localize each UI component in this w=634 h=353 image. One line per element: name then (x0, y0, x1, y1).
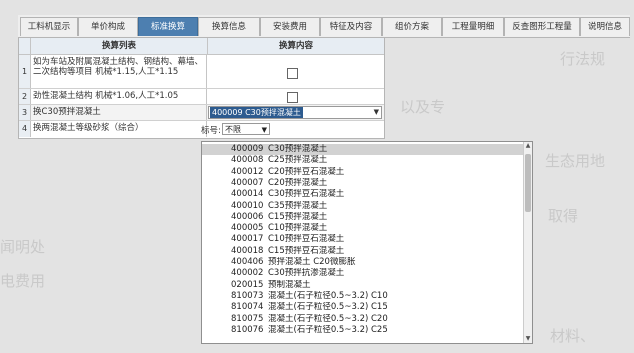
item-name: C20预拌混凝土 (268, 177, 328, 188)
item-name: C15预拌混凝土 (268, 211, 328, 222)
item-name: 预拌混凝土 C20微膨胀 (268, 257, 356, 267)
item-code: 810076 (231, 324, 264, 335)
dropdown-item[interactable]: 810073 混凝土(石子粒径0.5~3.2) C10 (202, 291, 524, 302)
item-code: 400007 (231, 177, 264, 188)
item-code: 020015 (231, 279, 264, 290)
dropdown-item[interactable]: 400007 C20预拌混凝土 (202, 178, 524, 189)
item-name: C15预拌豆石混凝土 (268, 245, 345, 256)
conversion-list-header: 换算列表 (31, 38, 208, 55)
row-checkbox[interactable] (287, 92, 298, 103)
table-row[interactable]: 3 换C30预拌混凝土 400009 C30预拌混凝土 ▼ (19, 105, 384, 121)
conversion-content-header: 换算内容 (208, 38, 384, 55)
item-code: 810074 (231, 302, 264, 313)
item-name: 预制混凝土 (268, 279, 311, 290)
index-header (19, 38, 31, 55)
grade-filter-select[interactable]: 不限 ▼ (222, 123, 270, 135)
dropdown-item[interactable]: 400008 C25预拌混凝土 (202, 155, 524, 166)
tab-pricing-plan[interactable]: 组价方案 (382, 17, 442, 36)
dropdown-item[interactable]: 400017 C10预拌豆石混凝土 (202, 234, 524, 245)
item-code: 400002 (231, 268, 264, 279)
dropdown-item[interactable]: 400018 C15预拌豆石混凝土 (202, 246, 524, 257)
item-name: C30预拌抗渗混凝土 (268, 268, 345, 279)
item-name: C20预拌豆石混凝土 (268, 166, 345, 177)
row-index: 2 (19, 89, 31, 104)
item-name: C30预拌豆石混凝土 (268, 189, 345, 200)
combo-value: 400009 C30预拌混凝土 (210, 107, 303, 118)
item-code: 400009 (231, 144, 264, 154)
background-text: 闻明处 (0, 238, 46, 256)
item-code: 400017 (231, 234, 264, 245)
background-text: 电费用 (0, 272, 46, 290)
item-code: 810075 (231, 313, 264, 324)
dropdown-item[interactable]: 810074 混凝土(石子粒径0.5~3.2) C15 (202, 302, 524, 313)
item-code: 400012 (231, 166, 264, 177)
item-code: 400010 (231, 200, 264, 211)
row-name: 换C30预拌混凝土 (31, 105, 207, 120)
background-text: 以及专 (400, 98, 446, 116)
table-row[interactable]: 2 劲性混凝土结构 机械*1.06,人工*1.05 (19, 89, 384, 105)
row-index: 3 (19, 105, 31, 120)
item-code: 400014 (231, 189, 264, 200)
tab-labor-material-machine[interactable]: 工料机显示 (20, 17, 78, 36)
dropdown-item[interactable]: 400009 C30预拌混凝土 (202, 144, 524, 156)
item-name: C25预拌混凝土 (268, 155, 328, 166)
chevron-down-icon[interactable]: ▼ (374, 107, 379, 118)
dropdown-item[interactable]: 400406 预拌混凝土 C20微膨胀 (202, 257, 524, 268)
item-name: C35预拌混凝土 (268, 200, 328, 211)
dropdown-item[interactable]: 400014 C30预拌豆石混凝土 (202, 189, 524, 200)
table-row[interactable]: 1 如为车站及附属混凝土结构、钢结构、幕墙、二次结构等项目 机械*1.15,人工… (19, 55, 384, 89)
concrete-combo[interactable]: 400009 C30预拌混凝土 ▼ (208, 106, 382, 119)
tab-reverse-lookup[interactable]: 反查图形工程量 (504, 17, 580, 36)
item-code: 400406 (231, 257, 264, 267)
dropdown-item[interactable]: 400010 C35预拌混凝土 (202, 201, 524, 212)
background-text: 材料、 (550, 327, 596, 345)
dropdown-item[interactable]: 400012 C20预拌豆石混凝土 (202, 167, 524, 178)
item-name: C10预拌豆石混凝土 (268, 234, 345, 245)
background-text: 取得 (548, 207, 579, 225)
chevron-down-icon[interactable]: ▼ (262, 124, 267, 136)
dropdown-item[interactable]: 400005 C10预拌混凝土 (202, 223, 524, 234)
tab-description[interactable]: 说明信息 (580, 17, 630, 36)
grade-filter-value: 不限 (225, 125, 241, 134)
item-name: 混凝土(石子粒径0.5~3.2) C15 (268, 302, 388, 313)
item-code: 400005 (231, 223, 264, 234)
row-index: 4 (19, 121, 31, 137)
background-text: 生态用地 (545, 152, 606, 170)
item-name: 混凝土(石子粒径0.5~3.2) C25 (268, 324, 388, 335)
material-dropdown-list[interactable]: 400009 C30预拌混凝土 400008 C25预拌混凝土 400012 C20预拌豆… (201, 141, 533, 344)
dropdown-item[interactable]: 020015 预制混凝土 (202, 280, 524, 291)
item-code: 400008 (231, 155, 264, 166)
background-text: 行法规 (560, 50, 606, 68)
row-index: 1 (19, 55, 31, 88)
row-name: 换两混凝土等级砂浆（综合） (31, 121, 207, 137)
scroll-down-icon[interactable]: ▼ (524, 335, 532, 343)
item-name: 混凝土(石子粒径0.5~3.2) C20 (268, 313, 388, 324)
item-code: 400006 (231, 211, 264, 222)
tab-features[interactable]: 特征及内容 (320, 17, 382, 36)
dropdown-item[interactable]: 400006 C15预拌混凝土 (202, 212, 524, 223)
tab-conversion-info[interactable]: 换算信息 (198, 17, 260, 36)
row-name: 如为车站及附属混凝土结构、钢结构、幕墙、二次结构等项目 机械*1.15,人工*1… (31, 55, 207, 88)
dropdown-scrollbar[interactable]: ▲ ▼ (523, 142, 532, 343)
tab-bar: 工料机显示 单价构成 标准换算 换算信息 安装费用 特征及内容 组价方案 工程量… (18, 15, 630, 38)
dropdown-item[interactable]: 810076 混凝土(石子粒径0.5~3.2) C25 (202, 325, 524, 336)
item-code: 400018 (231, 245, 264, 256)
scroll-thumb[interactable] (525, 154, 531, 212)
item-name: C10预拌混凝土 (268, 223, 328, 234)
item-name: 混凝土(石子粒径0.5~3.2) C10 (268, 290, 388, 301)
item-name: C30预拌混凝土 (268, 144, 328, 154)
grade-filter-label: 标号: (201, 126, 221, 136)
dropdown-item[interactable]: 810075 混凝土(石子粒径0.5~3.2) C20 (202, 314, 524, 325)
tab-quantity-detail[interactable]: 工程量明细 (442, 17, 504, 36)
tab-unit-price[interactable]: 单价构成 (78, 17, 138, 36)
tab-standard-conversion[interactable]: 标准换算 (138, 17, 198, 36)
row-name: 劲性混凝土结构 机械*1.06,人工*1.05 (31, 89, 207, 104)
item-code: 810073 (231, 290, 264, 301)
scroll-up-icon[interactable]: ▲ (524, 142, 532, 150)
dropdown-item[interactable]: 400002 C30预拌抗渗混凝土 (202, 268, 524, 279)
tab-install-fee[interactable]: 安装费用 (260, 17, 320, 36)
row-checkbox[interactable] (287, 68, 298, 79)
